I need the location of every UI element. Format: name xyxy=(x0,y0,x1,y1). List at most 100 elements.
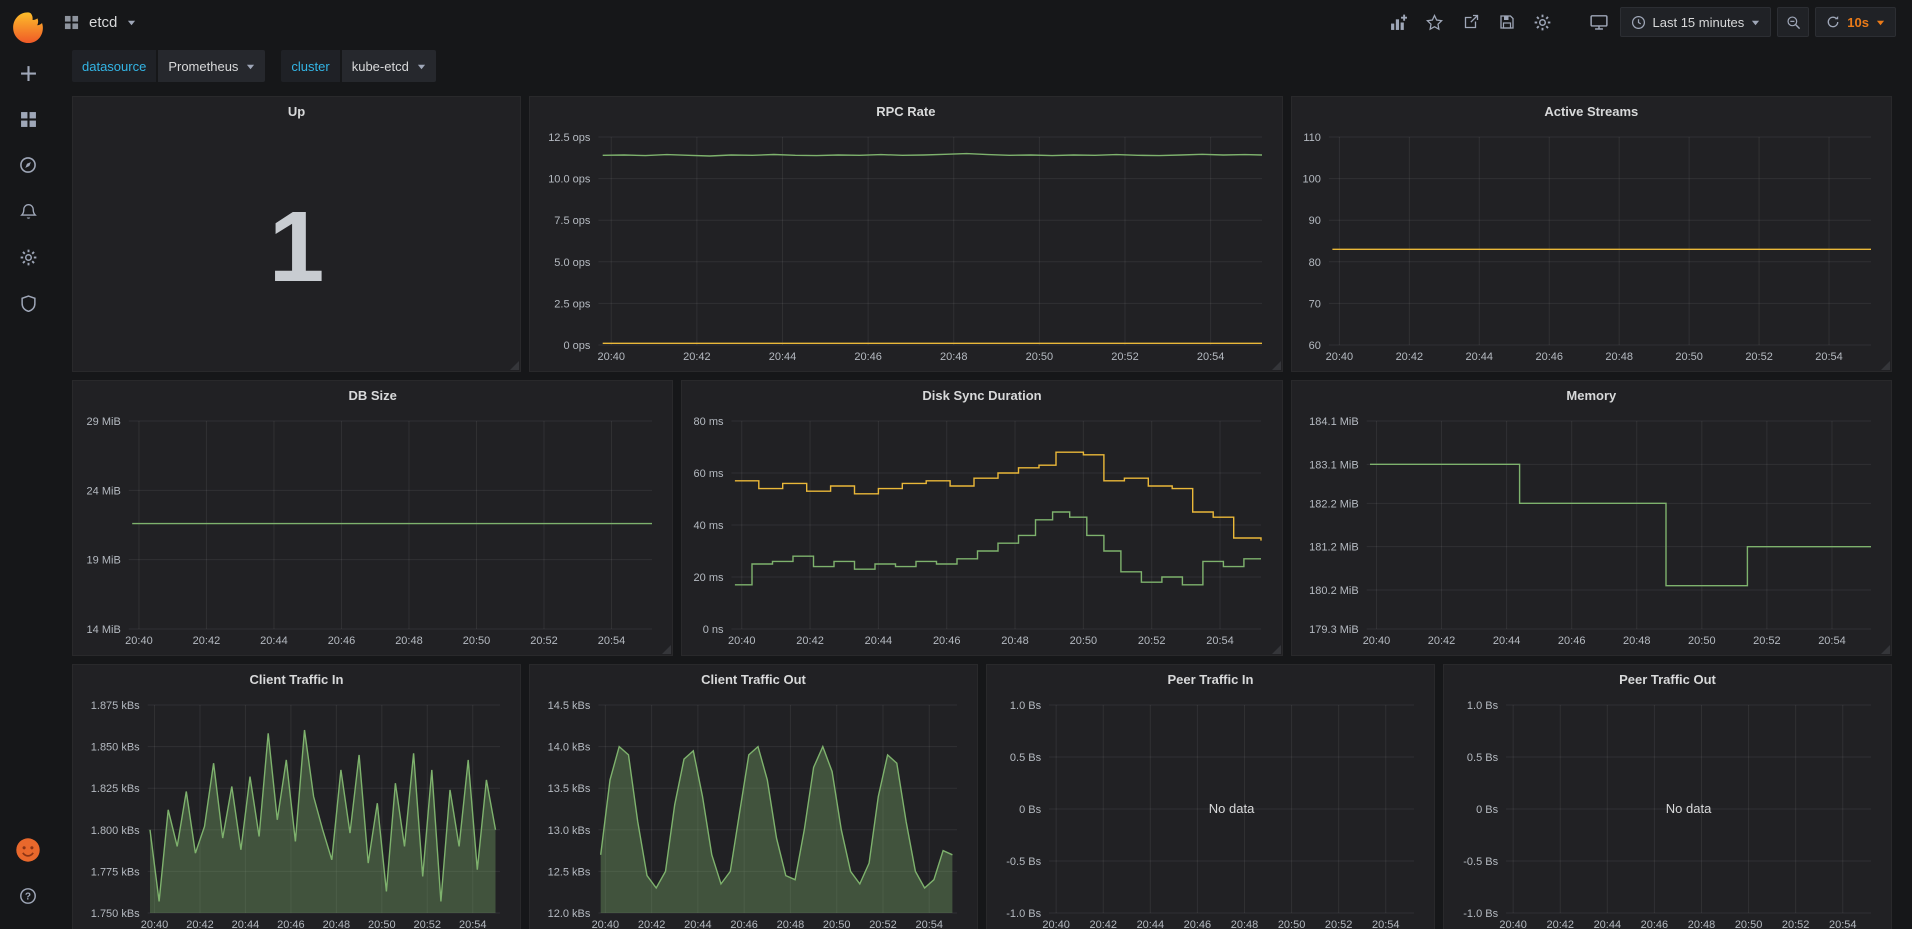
svg-text:20:54: 20:54 xyxy=(915,919,943,929)
svg-text:20:40: 20:40 xyxy=(592,919,620,929)
sidebar-item-configuration[interactable] xyxy=(9,238,47,276)
svg-text:No data: No data xyxy=(1209,801,1255,816)
chart-memory: 20:4020:4220:4420:4620:4820:5020:5220:54… xyxy=(1298,411,1885,651)
svg-text:60: 60 xyxy=(1308,340,1320,352)
panel-title-disk-sync-duration[interactable]: Disk Sync Duration xyxy=(682,381,1281,411)
svg-text:7.5 ops: 7.5 ops xyxy=(554,215,591,227)
svg-text:20:42: 20:42 xyxy=(193,635,221,647)
svg-text:0.5 Bs: 0.5 Bs xyxy=(1010,752,1042,764)
svg-text:1.750 kBs: 1.750 kBs xyxy=(91,908,140,920)
sidebar-item-dashboards[interactable] xyxy=(9,100,47,138)
caret-down-icon xyxy=(417,62,426,71)
panel-resize-handle[interactable] xyxy=(662,645,671,654)
dashboard-settings-button[interactable] xyxy=(1528,7,1558,37)
svg-text:20:44: 20:44 xyxy=(1465,351,1493,363)
variable-cluster[interactable]: cluster kube-etcd xyxy=(281,50,435,82)
svg-text:20:42: 20:42 xyxy=(1395,351,1423,363)
svg-text:20:54: 20:54 xyxy=(459,919,487,929)
svg-text:13.5 kBs: 13.5 kBs xyxy=(548,783,591,795)
star-dashboard-button[interactable] xyxy=(1420,7,1450,37)
user-avatar[interactable] xyxy=(9,831,47,869)
save-icon xyxy=(1499,14,1515,30)
cycle-view-mode-button[interactable] xyxy=(1584,7,1614,37)
panel-resize-handle[interactable] xyxy=(1272,645,1281,654)
panel-title-client-traffic-in[interactable]: Client Traffic In xyxy=(73,665,520,695)
svg-text:20:50: 20:50 xyxy=(1735,919,1763,929)
sidebar-item-explore[interactable] xyxy=(9,146,47,184)
svg-text:20:46: 20:46 xyxy=(1558,635,1586,647)
svg-text:20:44: 20:44 xyxy=(260,635,288,647)
panel-body-peer-traffic-in: 20:4020:4220:4420:4620:4820:5020:5220:54… xyxy=(993,695,1428,929)
variable-cluster-value[interactable]: kube-etcd xyxy=(342,50,436,82)
svg-text:20:48: 20:48 xyxy=(1688,919,1716,929)
panel-title-peer-traffic-out[interactable]: Peer Traffic Out xyxy=(1444,665,1891,695)
svg-text:20:50: 20:50 xyxy=(1675,351,1703,363)
svg-text:20:40: 20:40 xyxy=(1325,351,1353,363)
svg-text:20:50: 20:50 xyxy=(463,635,491,647)
panel-title-peer-traffic-in[interactable]: Peer Traffic In xyxy=(987,665,1434,695)
zoom-out-time-button[interactable] xyxy=(1777,7,1809,37)
sidebar-item-alerting[interactable] xyxy=(9,192,47,230)
tv-icon xyxy=(1590,13,1608,31)
navbar: etcd xyxy=(56,0,1912,44)
sidebar-item-help[interactable]: ? xyxy=(9,877,47,915)
svg-text:20:40: 20:40 xyxy=(597,351,625,363)
share-dashboard-button[interactable] xyxy=(1456,7,1486,37)
chart-db-size: 20:4020:4220:4420:4620:4820:5020:5220:54… xyxy=(79,411,666,651)
svg-text:1.825 kBs: 1.825 kBs xyxy=(91,783,140,795)
panel-resize-handle[interactable] xyxy=(1272,361,1281,370)
svg-text:20:42: 20:42 xyxy=(797,635,825,647)
panel-title-up[interactable]: Up xyxy=(73,97,520,127)
panel-client-traffic-in: Client Traffic In20:4020:4220:4420:4620:… xyxy=(72,664,521,929)
panel-resize-handle[interactable] xyxy=(1881,645,1890,654)
dashboard-area: Up1RPC Rate20:4020:4220:4420:4620:4820:5… xyxy=(56,88,1912,929)
svg-text:20:54: 20:54 xyxy=(1829,919,1857,929)
panel-up: Up1 xyxy=(72,96,521,372)
svg-text:29 MiB: 29 MiB xyxy=(87,416,121,428)
grafana-logo[interactable] xyxy=(6,6,50,50)
add-panel-button[interactable] xyxy=(1384,7,1414,37)
panel-body-active-streams: 20:4020:4220:4420:4620:4820:5020:5220:54… xyxy=(1298,127,1885,367)
dashboard-title-button[interactable]: etcd xyxy=(64,14,136,31)
panel-resize-handle[interactable] xyxy=(510,361,519,370)
svg-text:20:42: 20:42 xyxy=(186,919,214,929)
panel-title-active-streams[interactable]: Active Streams xyxy=(1292,97,1891,127)
dashboard-title: etcd xyxy=(89,14,117,31)
panel-body-rpc-rate: 20:4020:4220:4420:4620:4820:5020:5220:54… xyxy=(536,127,1276,367)
panel-body-peer-traffic-out: 20:4020:4220:4420:4620:4820:5020:5220:54… xyxy=(1450,695,1885,929)
svg-text:80: 80 xyxy=(1308,257,1320,269)
panel-title-rpc-rate[interactable]: RPC Rate xyxy=(530,97,1282,127)
variable-datasource[interactable]: datasource Prometheus xyxy=(72,50,265,82)
svg-text:20:46: 20:46 xyxy=(328,635,356,647)
panel-title-memory[interactable]: Memory xyxy=(1292,381,1891,411)
chart-client-traffic-out: 20:4020:4220:4420:4620:4820:5020:5220:54… xyxy=(536,695,971,929)
sidebar-item-create[interactable] xyxy=(9,54,47,92)
save-dashboard-button[interactable] xyxy=(1492,7,1522,37)
sidebar-item-server-admin[interactable] xyxy=(9,284,47,322)
help-icon: ? xyxy=(19,887,37,905)
svg-text:14.0 kBs: 14.0 kBs xyxy=(548,742,591,754)
svg-text:181.2 MiB: 181.2 MiB xyxy=(1309,542,1359,554)
time-range-label: Last 15 minutes xyxy=(1653,15,1745,30)
svg-text:20:42: 20:42 xyxy=(1427,635,1455,647)
svg-text:20:52: 20:52 xyxy=(1753,635,1781,647)
refresh-picker[interactable]: 10s xyxy=(1815,7,1896,37)
svg-text:12.5 ops: 12.5 ops xyxy=(548,132,591,144)
sidebar: ? xyxy=(0,0,56,929)
svg-text:20:48: 20:48 xyxy=(777,919,805,929)
svg-text:20:44: 20:44 xyxy=(1492,635,1520,647)
svg-text:20:46: 20:46 xyxy=(933,635,961,647)
svg-text:180.2 MiB: 180.2 MiB xyxy=(1309,585,1359,597)
panel-title-db-size[interactable]: DB Size xyxy=(73,381,672,411)
panel-client-traffic-out: Client Traffic Out20:4020:4220:4420:4620… xyxy=(529,664,978,929)
panel-title-client-traffic-out[interactable]: Client Traffic Out xyxy=(530,665,977,695)
panel-resize-handle[interactable] xyxy=(1881,361,1890,370)
svg-text:20:54: 20:54 xyxy=(1372,919,1400,929)
variable-datasource-value[interactable]: Prometheus xyxy=(158,50,265,82)
svg-text:20:52: 20:52 xyxy=(1745,351,1773,363)
grafana-flame-icon xyxy=(11,11,45,45)
svg-text:20:46: 20:46 xyxy=(1641,919,1669,929)
time-range-picker[interactable]: Last 15 minutes xyxy=(1620,7,1772,37)
svg-text:2.5 ops: 2.5 ops xyxy=(554,298,591,310)
svg-text:20:46: 20:46 xyxy=(854,351,882,363)
